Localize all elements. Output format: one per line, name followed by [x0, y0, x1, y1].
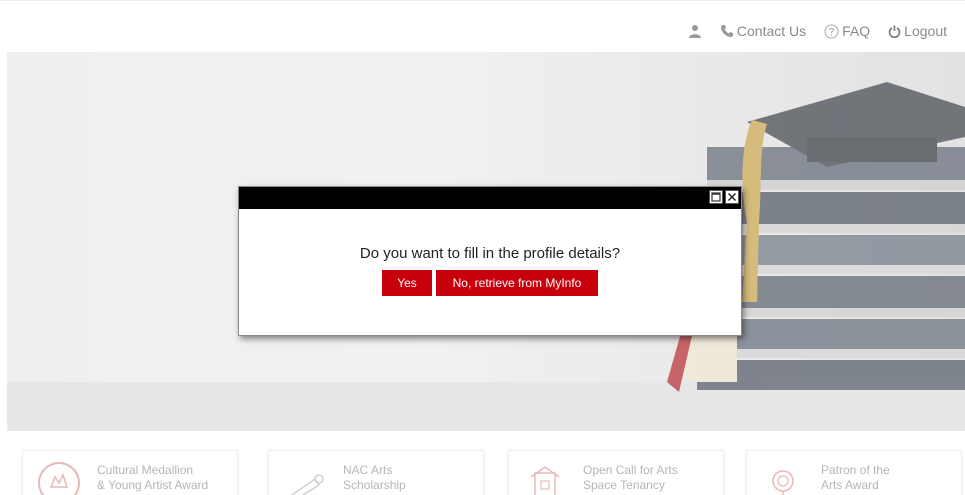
phone-icon [720, 25, 733, 37]
contact-us-label: Contact Us [736, 23, 807, 39]
rose-icon [772, 470, 794, 495]
close-icon [728, 193, 736, 201]
card-subtitle: Space Tenancy [583, 478, 665, 492]
top-nav: Contact Us FAQ Logout [688, 23, 947, 39]
card-title: Patron of the [821, 463, 890, 477]
program-cards: Cultural Medallion & Young Artist Award … [22, 450, 962, 495]
close-button[interactable] [725, 190, 739, 204]
card-subtitle: Arts Award [821, 478, 879, 492]
card-title: Open Call for Arts [583, 463, 678, 477]
dialog-actions: Yes No, retrieve from MyInfo [239, 270, 741, 296]
card-open-call-arts-space[interactable]: Open Call for Arts Space Tenancy [508, 450, 724, 495]
maximize-button[interactable] [709, 190, 723, 204]
user-icon [688, 25, 701, 38]
card-subtitle: & Young Artist Award [97, 478, 209, 492]
top-bar: Contact Us FAQ Logout [0, 0, 965, 52]
logout-label: Logout [904, 23, 947, 39]
power-icon [888, 25, 901, 38]
faq-link[interactable]: FAQ [824, 23, 870, 39]
card-subtitle: Scholarship [343, 478, 406, 492]
retrieve-myinfo-button[interactable]: No, retrieve from MyInfo [436, 270, 598, 296]
contact-us-link[interactable]: Contact Us [720, 23, 806, 39]
telescope-icon [290, 474, 324, 495]
card-cultural-medallion[interactable]: Cultural Medallion & Young Artist Award [22, 450, 238, 495]
building-icon [530, 466, 560, 495]
user-profile-link[interactable] [688, 24, 702, 38]
card-title: NAC Arts [343, 463, 393, 477]
question-circle-icon [824, 24, 839, 38]
yes-button[interactable]: Yes [382, 270, 432, 296]
faq-label: FAQ [842, 23, 871, 39]
dialog-question: Do you want to fill in the profile detai… [359, 245, 621, 262]
dialog-title-bar [239, 187, 741, 209]
profile-details-dialog: Do you want to fill in the profile detai… [238, 186, 742, 336]
medallion-icon [38, 462, 80, 495]
card-title: Cultural Medallion [97, 463, 194, 477]
maximize-icon [711, 192, 721, 202]
logout-link[interactable]: Logout [888, 23, 947, 39]
card-nac-arts-scholarship[interactable]: NAC Arts Scholarship [268, 450, 484, 495]
dialog-body: Do you want to fill in the profile detai… [239, 209, 741, 296]
card-patron-of-the-arts[interactable]: Patron of the Arts Award [746, 450, 962, 495]
